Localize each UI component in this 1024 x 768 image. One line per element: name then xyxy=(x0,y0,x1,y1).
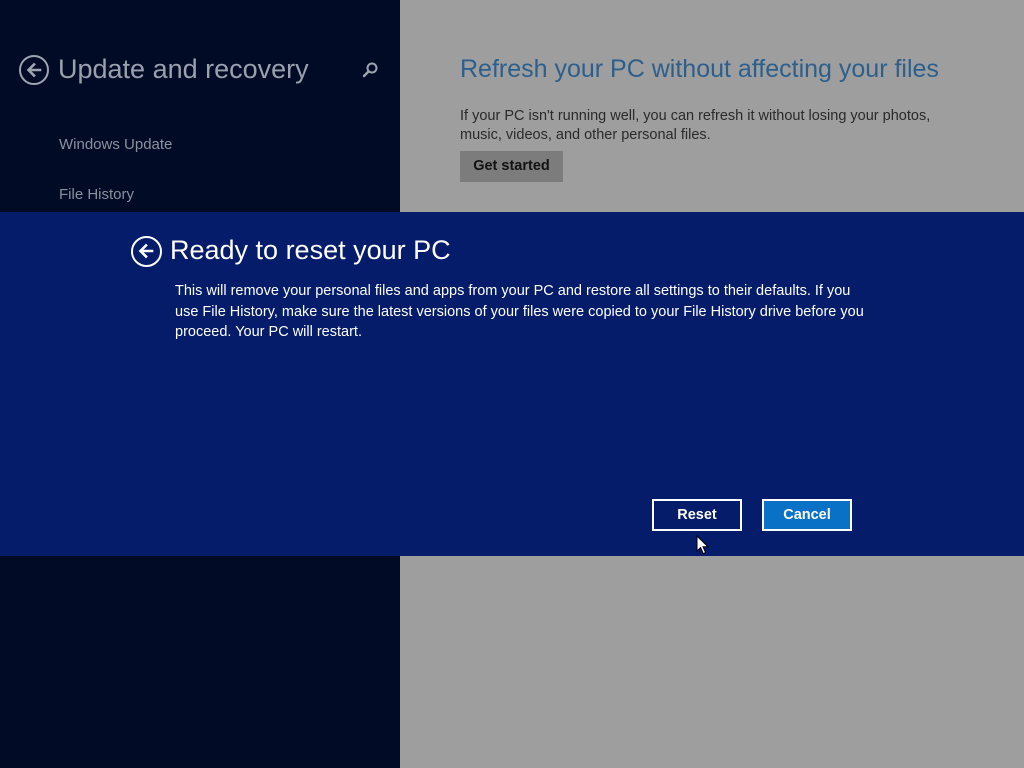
dialog-back-button[interactable] xyxy=(131,236,162,267)
back-button[interactable] xyxy=(19,55,49,85)
nav-item-windows-update[interactable]: Windows Update xyxy=(59,136,172,153)
cancel-button[interactable]: Cancel xyxy=(762,499,852,531)
dialog-title: Ready to reset your PC xyxy=(170,235,451,265)
reset-dialog: Ready to reset your PC This will remove … xyxy=(0,212,1024,556)
back-arrow-icon xyxy=(138,243,154,259)
section-description: If your PC isn't running well, you can r… xyxy=(460,108,931,143)
search-icon[interactable] xyxy=(361,61,379,79)
page-title: Update and recovery xyxy=(58,54,309,84)
dialog-message: This will remove your personal files and… xyxy=(175,283,864,340)
back-arrow-icon xyxy=(26,62,42,78)
nav-item-file-history[interactable]: File History xyxy=(59,186,134,203)
screen: Update and recovery Windows Update File … xyxy=(0,0,1024,768)
section-title: Refresh your PC without affecting your f… xyxy=(460,55,939,83)
get-started-button[interactable]: Get started xyxy=(460,151,563,182)
reset-button[interactable]: Reset xyxy=(652,499,742,531)
